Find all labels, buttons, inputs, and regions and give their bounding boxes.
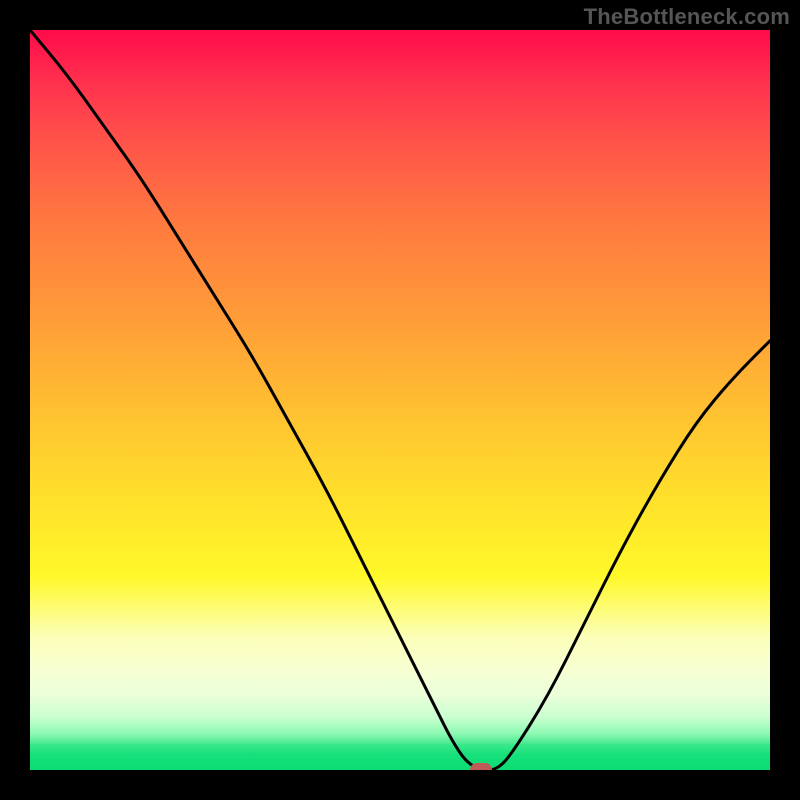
optimal-marker [470,763,492,770]
bottleneck-curve [30,30,770,770]
curve-path [30,30,770,770]
chart-frame: TheBottleneck.com [0,0,800,800]
plot-area [30,30,770,770]
watermark-text: TheBottleneck.com [584,4,790,30]
